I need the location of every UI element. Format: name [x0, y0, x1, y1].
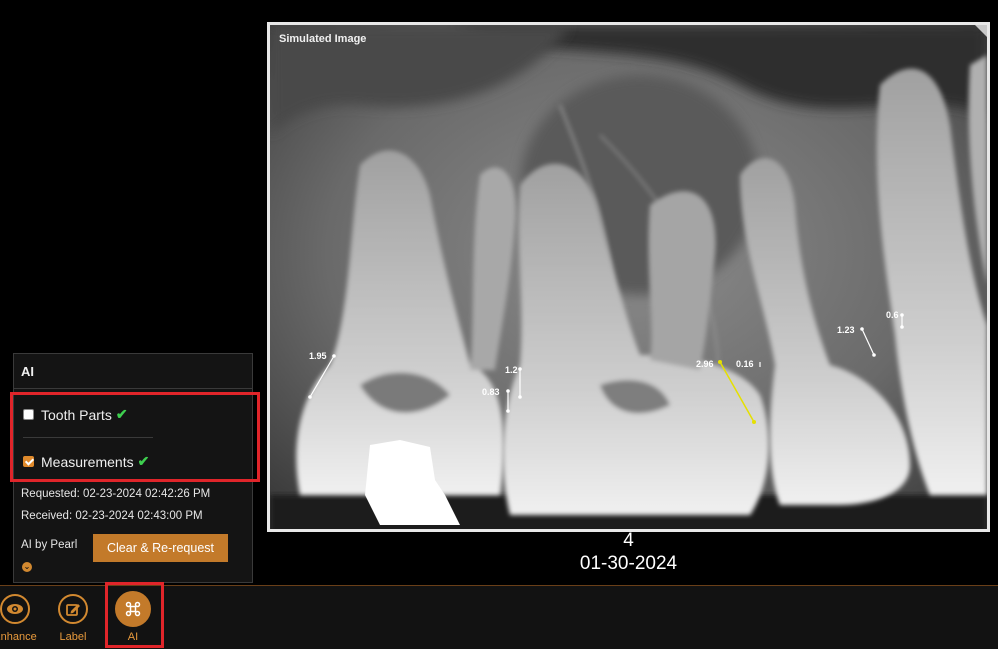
received-time: Received: 02-23-2024 02:43:00 PM	[21, 510, 203, 522]
image-number: 4	[623, 530, 634, 551]
measure-label: 2.96	[696, 359, 714, 369]
xray-viewer[interactable]: 1.95 1.2 0.83 2.96 0.16 1.23 0.6 Simulat…	[267, 22, 990, 532]
tool-ai[interactable]: AI	[108, 591, 158, 643]
measure-label: 1.23	[837, 325, 855, 335]
tool-label: AI	[127, 631, 139, 643]
xray-image: 1.95 1.2 0.83 2.96 0.16 1.23 0.6	[270, 25, 987, 529]
measure-label: 1.2	[505, 365, 518, 375]
edit-icon	[58, 594, 88, 624]
tooth-parts-checkbox[interactable]	[23, 409, 34, 420]
eye-icon	[0, 594, 30, 624]
tool-label: Label	[59, 631, 87, 643]
command-icon	[115, 591, 151, 627]
green-check-icon: ✔	[137, 453, 150, 469]
ai-panel-title: AI	[14, 354, 252, 389]
measure-label: 1.95	[309, 351, 327, 361]
measure-label: 0.83	[482, 387, 500, 397]
green-check-icon: ✔	[115, 406, 128, 422]
divider	[23, 437, 153, 438]
tool-enhance[interactable]: Enhance	[0, 594, 40, 643]
corner-fold-icon[interactable]	[975, 25, 987, 37]
ai-panel: AI Tooth Parts ✔ Measurements ✔ Requeste…	[13, 353, 253, 583]
image-date: 01-30-2024	[579, 553, 678, 574]
clear-rerequest-button[interactable]: Clear & Re-request	[93, 534, 228, 562]
measurements-option[interactable]: Measurements ✔	[23, 453, 149, 470]
simulated-image-label: Simulated Image	[279, 33, 367, 45]
tooth-parts-option[interactable]: Tooth Parts ✔	[23, 406, 128, 423]
tooth-parts-label: Tooth Parts	[41, 406, 112, 423]
tool-label: Enhance	[0, 631, 37, 643]
tool-label-button[interactable]: Label	[48, 594, 98, 643]
ai-provider: AI by Pearl	[21, 539, 78, 551]
measurements-checkbox[interactable]	[23, 456, 34, 467]
measurements-label: Measurements	[41, 453, 134, 470]
measure-label: 0.16	[736, 359, 754, 369]
requested-time: Requested: 02-23-2024 02:42:26 PM	[21, 488, 211, 500]
chevron-down-icon[interactable]: ⌄	[22, 562, 32, 572]
measure-label: 0.6	[886, 310, 899, 320]
bottom-toolbar: Enhance Label AI	[0, 585, 998, 649]
